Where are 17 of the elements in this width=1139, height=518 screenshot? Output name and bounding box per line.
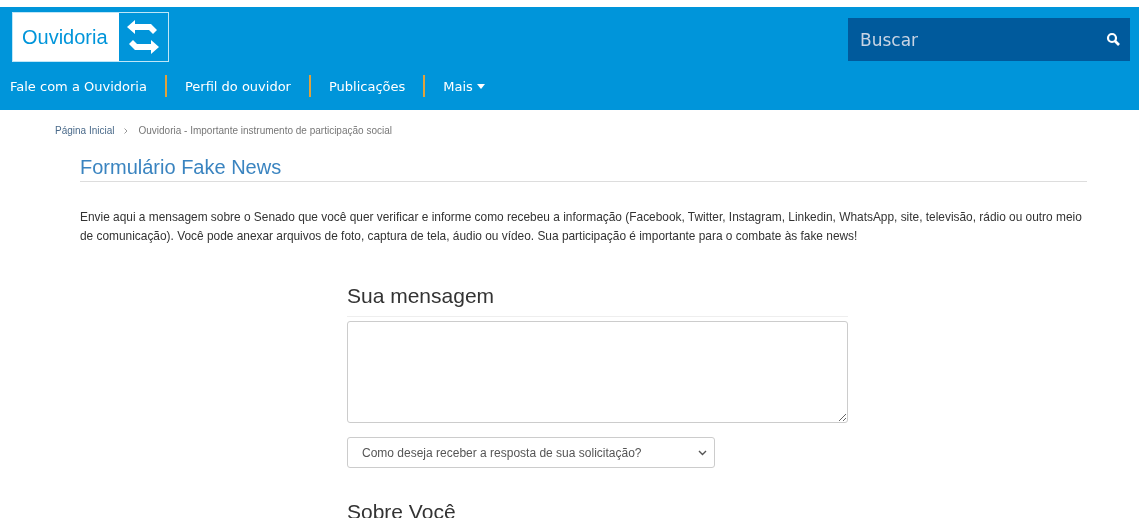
chevron-icon <box>124 127 129 134</box>
message-field[interactable] <box>347 321 848 423</box>
section-heading: Sua mensagem <box>347 284 496 308</box>
response-select[interactable]: Como deseja receber a resposta de sua solicitação? <box>347 437 715 468</box>
search-field[interactable]: Buscar <box>848 18 1130 61</box>
caret-icon <box>476 83 485 89</box>
nav-link[interactable]: Fale com a Ouvidoria <box>10 78 147 94</box>
breadcrumb-link[interactable]: Página Inicial <box>55 125 115 136</box>
intro-text: Envie aqui a mensagem sobre o Senado que você quer verificar e informe como recebeu a informação (Facebook, Twitter, Instagram, Linkedin, WhatsApp, site, televisão, rádio ou outro meio de comunicação). Você pode anexar arquivos de foto, captura de tela, áudio ou vídeo. Sua participação é importante para o combate às fake news! <box>80 209 1083 245</box>
page-title: Formulário Fake News <box>80 156 1087 182</box>
breadcrumb-link[interactable]: Ouvidoria - Importante instrumento de participação social <box>138 125 392 136</box>
search-icon[interactable] <box>1106 32 1120 46</box>
chevron-icon <box>698 449 707 456</box>
more-menu[interactable]: Mais <box>443 78 485 94</box>
logo[interactable]: Ouvidoria <box>12 12 169 62</box>
nav-link[interactable]: Perfil do ouvidor <box>184 78 291 94</box>
nav-link[interactable]: Publicações <box>328 78 406 94</box>
